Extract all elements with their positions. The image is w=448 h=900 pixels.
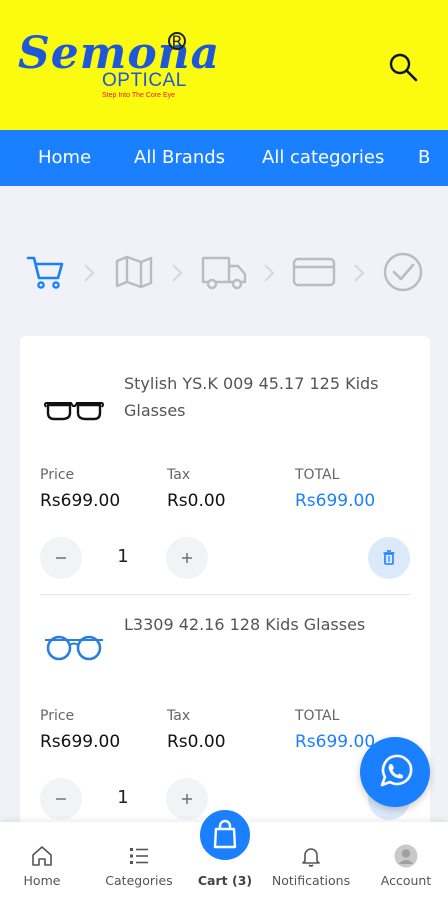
price-label: Price <box>40 467 75 483</box>
chevron-right-icon <box>172 264 183 282</box>
tax-value: Rs0.00 <box>167 732 226 752</box>
search-button[interactable] <box>386 50 420 84</box>
shopping-bag-icon <box>213 819 237 849</box>
tax-value: Rs0.00 <box>167 491 226 511</box>
nav-all-brands[interactable]: All Brands <box>134 130 225 186</box>
bottom-nav-categories[interactable]: Categories <box>94 822 184 900</box>
cart-icon <box>26 256 64 289</box>
quantity-value: 1 <box>117 546 129 567</box>
app-header: Semona R OPTICAL Step Into The Core Eye <box>0 0 448 130</box>
total-label: TOTAL <box>295 467 340 483</box>
check-circle-icon <box>383 252 423 292</box>
bottom-nav-notifications-label: Notifications <box>271 873 351 888</box>
product-name[interactable]: L3309 42.16 128 Kids Glasses <box>124 611 394 638</box>
nav-home[interactable]: Home <box>38 130 91 186</box>
price-label: Price <box>40 708 75 724</box>
minus-icon <box>56 557 66 559</box>
product-thumbnail[interactable] <box>42 628 106 668</box>
home-icon <box>32 846 52 866</box>
plus-icon <box>182 553 192 563</box>
bottom-nav-categories-label: Categories <box>105 873 173 888</box>
credit-card-icon <box>292 257 336 287</box>
bottom-nav-account-label: Account <box>380 873 432 888</box>
tax-label: Tax <box>167 467 191 483</box>
quantity-value: 1 <box>117 787 129 808</box>
cart-item: Stylish YS.K 009 45.17 125 Kids Glasses … <box>20 336 430 594</box>
total-label: TOTAL <box>295 708 340 724</box>
minus-icon <box>56 798 66 800</box>
chevron-right-icon <box>354 264 365 282</box>
delete-item-button[interactable] <box>368 537 410 579</box>
bottom-nav-home[interactable]: Home <box>0 822 87 900</box>
top-nav-bar: Home All Brands All categories B <box>0 130 448 186</box>
truck-icon <box>201 256 247 290</box>
product-name[interactable]: Stylish YS.K 009 45.17 125 Kids Glasses <box>124 370 394 424</box>
checkout-steps <box>0 250 448 294</box>
tax-label: Tax <box>167 708 191 724</box>
bottom-nav-notifications[interactable]: Notifications <box>266 822 356 900</box>
cart-fab-button[interactable] <box>197 807 253 863</box>
chevron-right-icon <box>84 264 95 282</box>
trash-icon <box>383 550 395 565</box>
map-icon <box>115 255 153 289</box>
whatsapp-icon <box>380 754 413 787</box>
bell-icon <box>302 848 320 867</box>
semona-optical-logo[interactable]: Semona R OPTICAL Step Into The Core Eye <box>18 28 219 108</box>
avatar-icon <box>394 844 418 868</box>
increase-quantity-button[interactable] <box>166 537 208 579</box>
nav-all-categories[interactable]: All categories <box>262 130 384 186</box>
product-thumbnail[interactable] <box>42 391 106 431</box>
whatsapp-chat-button[interactable] <box>360 737 430 807</box>
bottom-nav-account[interactable]: Account <box>361 822 448 900</box>
chevron-right-icon <box>264 264 275 282</box>
list-icon <box>130 848 148 864</box>
decrease-quantity-button[interactable] <box>40 778 82 820</box>
bottom-nav-cart-label: Cart (3) <box>197 873 253 888</box>
decrease-quantity-button[interactable] <box>40 537 82 579</box>
search-icon <box>389 53 418 82</box>
logo-tagline: Step Into The Core Eye <box>102 92 176 99</box>
bottom-nav-home-label: Home <box>23 873 61 888</box>
nav-brands-partial[interactable]: B <box>418 130 430 186</box>
price-value: Rs699.00 <box>40 491 121 511</box>
logo-optical-text: OPTICAL <box>102 70 187 91</box>
price-value: Rs699.00 <box>40 732 121 752</box>
registered-mark: R <box>168 32 186 50</box>
total-value: Rs699.00 <box>295 491 376 511</box>
